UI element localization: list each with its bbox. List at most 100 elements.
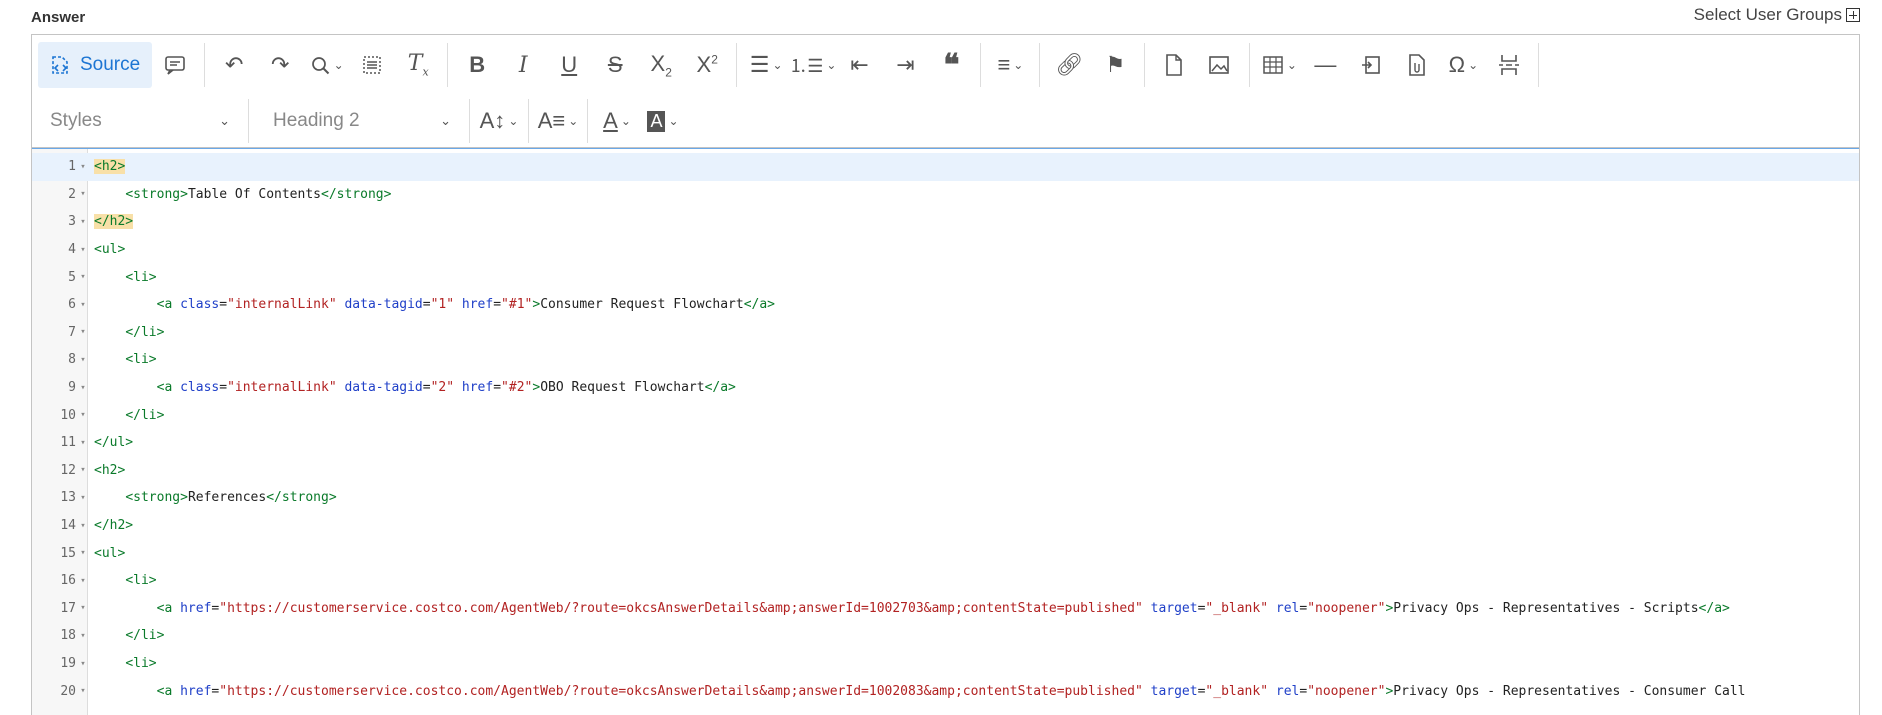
fold-toggle-icon[interactable]: ▾ [76, 189, 90, 199]
underline-button[interactable]: U [546, 42, 592, 88]
code-line[interactable]: 11 ▾ </ul> [32, 429, 1859, 457]
strikethrough-button[interactable]: S [592, 42, 638, 88]
select-user-groups-link[interactable]: Select User Groups [1694, 5, 1860, 25]
fold-toggle-icon[interactable]: ▾ [76, 548, 90, 558]
line-number: 4 [68, 242, 76, 258]
source-button[interactable]: Source [38, 42, 153, 88]
link-icon: 🔗︎ [1055, 52, 1084, 77]
expand-icon[interactable] [1846, 8, 1860, 22]
numbered-list-button[interactable]: ⒈☰ ⌄ [789, 42, 836, 88]
horizontal-line-button[interactable]: — [1302, 42, 1348, 88]
alignment-button[interactable]: ≡ ⌄ [987, 42, 1033, 88]
insert-answer-button[interactable] [1348, 42, 1394, 88]
indent-button[interactable]: ⇥ [882, 42, 928, 88]
code-line[interactable]: 16 ▾ <li> [32, 567, 1859, 595]
line-number: 11 [60, 435, 76, 451]
fold-toggle-icon[interactable]: ▾ [76, 383, 90, 393]
fold-toggle-icon[interactable]: ▾ [76, 465, 90, 475]
code-text: <li> [125, 656, 157, 672]
source-code-area[interactable]: 1 ▾ <h2> 2 ▾ <strong>Table Of Contents</stro… [32, 148, 1859, 715]
find-replace-button[interactable]: ⌄ [303, 42, 349, 88]
special-character-button[interactable]: Ω ⌄ [1440, 42, 1486, 88]
fold-toggle-icon[interactable]: ▾ [76, 493, 90, 503]
editor-toolbar: Source ↶ ↷ ⌄ Tx B I U S X2 X2 ☰ ⌄ ⒈☰ ⌄ ⇤ ⇥… [32, 35, 1859, 148]
font-family-icon: A≡ [537, 108, 566, 133]
fold-toggle-icon[interactable]: ▾ [76, 631, 90, 641]
code-line[interactable]: 15 ▾ <ul> [32, 539, 1859, 567]
fold-toggle-icon[interactable]: ▾ [76, 659, 90, 669]
table-button[interactable]: ⌄ [1256, 42, 1302, 88]
font-family-button[interactable]: A≡ ⌄ [535, 98, 581, 144]
background-color-button[interactable]: A ⌄ [640, 98, 686, 144]
remove-format-button[interactable]: Tx [395, 42, 441, 88]
fold-toggle-icon[interactable]: ▾ [76, 217, 90, 227]
code-line[interactable]: 1 ▾ <h2> [32, 153, 1859, 181]
fold-toggle-icon[interactable]: ▾ [76, 438, 90, 448]
chevron-down-icon: ⌄ [333, 58, 344, 72]
bold-button[interactable]: B [454, 42, 500, 88]
bulleted-list-button[interactable]: ☰ ⌄ [743, 42, 789, 88]
insert-attachment-button[interactable] [1394, 42, 1440, 88]
code-line[interactable]: 5 ▾ <li> [32, 263, 1859, 291]
code-line[interactable]: 13 ▾ <strong>References</strong> [32, 484, 1859, 512]
line-number: 13 [60, 490, 76, 506]
strikethrough-icon: S [607, 52, 623, 77]
anchor-button[interactable]: ⚑ [1092, 42, 1138, 88]
toolbar-separator [248, 99, 249, 143]
fold-toggle-icon[interactable]: ▾ [76, 521, 90, 531]
font-size-button[interactable]: A↕ ⌄ [476, 98, 522, 144]
fold-toggle-icon[interactable]: ▾ [76, 272, 90, 282]
fold-toggle-icon[interactable]: ▾ [76, 327, 90, 337]
superscript-button[interactable]: X2 [684, 42, 730, 88]
code-line[interactable]: 12 ▾ <h2> [32, 457, 1859, 485]
line-number: 14 [60, 518, 76, 534]
code-line[interactable]: 8 ▾ <li> [32, 346, 1859, 374]
import-icon [1362, 56, 1381, 74]
redo-button[interactable]: ↷ [257, 42, 303, 88]
code-line[interactable]: 9 ▾ <a class="internalLink" data-tagid="2… [32, 374, 1859, 402]
blockquote-icon: ❝ [943, 48, 960, 82]
fold-toggle-icon[interactable]: ▾ [76, 576, 90, 586]
blockquote-button[interactable]: ❝ [928, 42, 974, 88]
line-number: 8 [68, 352, 76, 368]
code-line[interactable]: 7 ▾ </li> [32, 319, 1859, 347]
code-line[interactable]: 2 ▾ <strong>Table Of Contents</strong> [32, 181, 1859, 209]
code-line[interactable]: 19 ▾ <li> [32, 650, 1859, 678]
format-dropdown[interactable]: Heading 2 ⌄ [255, 98, 463, 144]
fold-toggle-icon[interactable]: ▾ [76, 410, 90, 420]
page-break-button[interactable] [1486, 42, 1532, 88]
toolbar-separator [736, 43, 738, 87]
line-number: 1 [68, 159, 76, 175]
source-label: Source [80, 54, 141, 75]
fold-toggle-icon[interactable]: ▾ [76, 603, 90, 613]
code-line[interactable]: 4 ▾ <ul> [32, 236, 1859, 264]
document-icon [1166, 54, 1183, 76]
fold-toggle-icon[interactable]: ▾ [76, 245, 90, 255]
code-line[interactable]: 14 ▾ </h2> [32, 512, 1859, 540]
fold-toggle-icon[interactable]: ▾ [76, 686, 90, 696]
italic-button[interactable]: I [500, 42, 546, 88]
subscript-button[interactable]: X2 [638, 42, 684, 88]
fold-toggle-icon[interactable]: ▾ [76, 162, 90, 172]
link-button[interactable]: 🔗︎ [1046, 42, 1092, 88]
code-line[interactable]: 3 ▾ </h2> [32, 208, 1859, 236]
undo-button[interactable]: ↶ [211, 42, 257, 88]
comment-button[interactable] [152, 42, 198, 88]
insert-document-button[interactable] [1151, 42, 1197, 88]
chevron-down-icon: ⌄ [1468, 58, 1479, 72]
text-color-button[interactable]: A ⌄ [594, 98, 640, 144]
fold-toggle-icon[interactable]: ▾ [76, 355, 90, 365]
code-line[interactable]: 18 ▾ </li> [32, 622, 1859, 650]
outdent-button[interactable]: ⇤ [836, 42, 882, 88]
chevron-down-icon: ⌄ [1286, 58, 1297, 72]
insert-image-button[interactable] [1197, 42, 1243, 88]
code-line[interactable]: 10 ▾ </li> [32, 401, 1859, 429]
fold-toggle-icon[interactable]: ▾ [76, 300, 90, 310]
code-line[interactable]: 6 ▾ <a class="internalLink" data-tagid="1… [32, 291, 1859, 319]
styles-dropdown[interactable]: Styles ⌄ [32, 98, 242, 144]
code-line[interactable]: 17 ▾ <a href="https://customerservice.cos… [32, 595, 1859, 623]
code-text: <ul> [94, 242, 126, 258]
select-all-button[interactable] [349, 42, 395, 88]
code-line[interactable]: 20 ▾ <a href="https://customerservice.cos… [32, 677, 1859, 705]
bulleted-list-icon: ☰ [749, 52, 770, 77]
